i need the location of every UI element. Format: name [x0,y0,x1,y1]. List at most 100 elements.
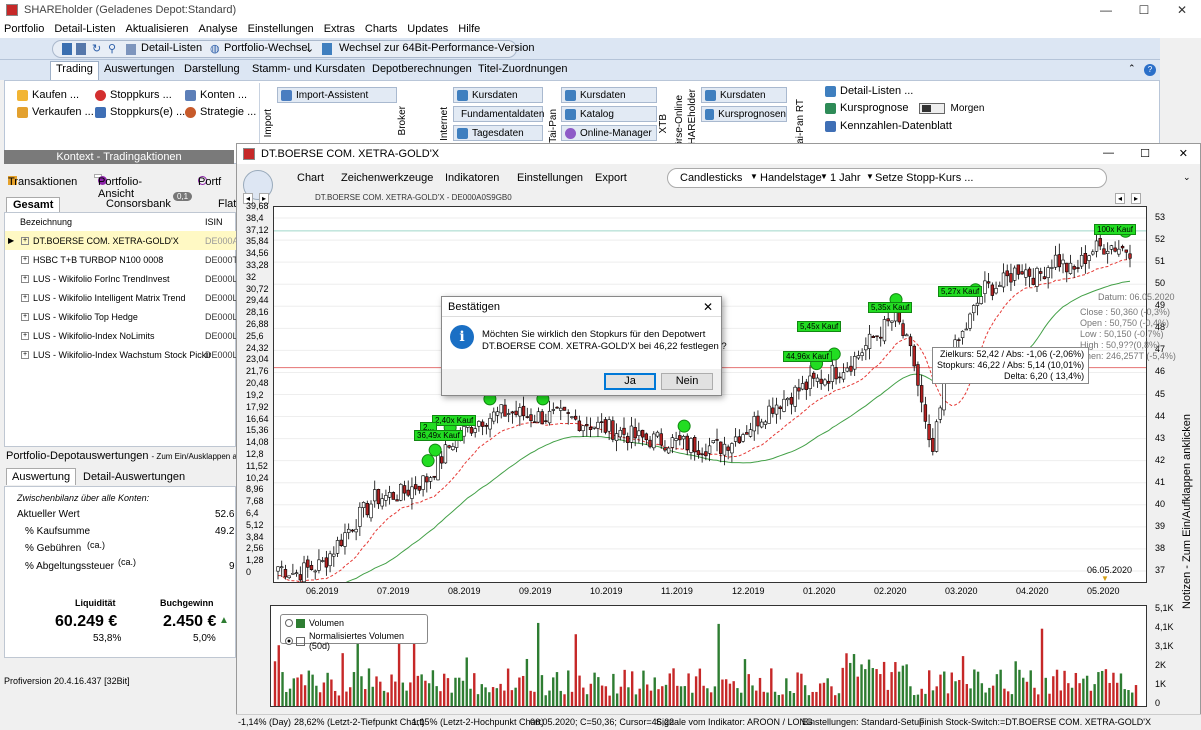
trade-tag[interactable]: 44,96x Kauf [783,351,832,362]
menu-indikatoren[interactable]: Indikatoren [445,172,499,184]
tab-depotberechnungen[interactable]: Depotberechnungen [372,63,472,75]
menu-einstellungen[interactable]: Einstellungen [248,23,314,35]
menu-einstellungen-chart[interactable]: Einstellungen [517,172,583,184]
volume-bar [623,669,626,706]
import-assistent-button[interactable]: Import-Assistent [277,87,397,103]
menu-analyse[interactable]: Analyse [198,23,237,35]
menu-detail-listen[interactable]: Detail-Listen [54,23,115,35]
no-button[interactable]: Nein [661,373,713,390]
volume-bar [450,692,453,706]
trade-tag[interactable]: 36,49x Kauf [414,430,463,441]
strategie-button[interactable]: Strategie ... [185,106,256,118]
menu-hilfe[interactable]: Hilfe [458,23,480,35]
volume-bar [687,673,690,706]
volume-bar [826,678,829,706]
maximize-button[interactable]: ☐ [1125,0,1163,20]
table-row[interactable]: + LUS - Wikifolio ForInc TrendInvest DE000… [5,269,238,288]
legend-normalized-volume[interactable]: Normalisiertes Volumen (50d) [285,631,427,651]
tab-darstellung[interactable]: Darstellung [184,63,240,75]
chevron-down-icon[interactable]: ⌄ [305,42,314,55]
close-button[interactable]: ✕ [1163,0,1201,20]
table-row[interactable]: ▶ + DT.BOERSE COM. XETRA-GOLD'X DE000A [5,231,239,250]
legend-volumen[interactable]: Volumen [285,618,344,628]
menu-updates[interactable]: Updates [407,23,448,35]
tab-detail-auswertungen[interactable]: Detail-Auswertungen [83,471,185,483]
kursdaten-shareholder-button[interactable]: Kursdaten [701,87,787,103]
chart-minimize-button[interactable]: — [1103,147,1114,159]
trade-tag[interactable]: 5,27x Kauf [938,286,983,297]
menu-zeichenwerkzeuge[interactable]: Zeichenwerkzeuge [341,172,433,184]
help-icon[interactable]: ? [1144,64,1156,76]
subtab-gesamt[interactable]: Gesamt [6,197,61,213]
tagesdaten-button[interactable]: Tagesdaten [453,125,543,141]
table-row[interactable]: + LUS - Wikifolio Top Hedge DE000L [5,307,238,326]
forecast-switch[interactable] [918,102,945,114]
dialog-close-icon[interactable]: ✕ [703,300,713,314]
katalog-button[interactable]: Katalog [561,106,657,122]
chart-maximize-button[interactable]: ☐ [1140,147,1150,160]
volume-bar [785,678,788,706]
tab-stammdaten[interactable]: Stamm- und Kursdaten [252,63,365,75]
yes-button[interactable]: Ja [604,373,656,390]
copy-icon[interactable] [76,43,86,55]
minimize-button[interactable]: — [1087,0,1125,20]
chevron-down-icon[interactable]: ⌄ [1183,172,1191,183]
fundamentaldaten-button[interactable]: Fundamentaldaten [453,106,544,122]
tab-auswertungen[interactable]: Auswertungen [104,63,174,75]
candlesticks-dropdown[interactable]: Candlesticks [680,172,742,184]
refresh-icon[interactable]: ↻ [92,42,101,55]
handelstage-dropdown[interactable]: Handelstage [760,172,822,184]
nav-left-icon[interactable]: ◂ [1115,193,1126,204]
online-manager-button[interactable]: Online-Manager [561,125,657,141]
kursdaten-taipan-button[interactable]: Kursdaten [561,87,657,103]
table-row[interactable]: + LUS - Wikifolio-Index NoLimits DE000L [5,326,238,345]
tab-trading[interactable]: Trading [50,61,99,80]
volume-bar [781,694,784,706]
trade-tag[interactable]: 2,40x Kauf [432,415,477,426]
table-row[interactable]: + HSBC T+B TURBOP N100 0008 DE000T [5,250,238,269]
quick-switch-64bit[interactable]: Wechsel zur 64Bit-Performance-Version [339,42,534,54]
menu-chart[interactable]: Chart [297,172,324,184]
kennzahlen-button[interactable]: Kennzahlen-Datenblatt [825,120,952,132]
kursprognose-toggle[interactable]: Kursprognose Morgen [825,102,984,114]
konten-button[interactable]: Konten ... [185,89,247,101]
tab-portfolio-ansicht[interactable]: Portfolio-Ansicht [94,174,142,200]
link-icon[interactable]: ⚲ [108,42,116,55]
candle [1109,245,1114,250]
nav-right-icon[interactable]: ▸ [1131,193,1142,204]
stoppkurs-button[interactable]: Stoppkurs ... [95,89,172,101]
depot-header[interactable]: Portfolio-Depotauswertungen - Zum Ein/Au… [6,450,257,462]
kursdaten-internet-button[interactable]: Kursdaten [453,87,543,103]
tab-auswertung[interactable]: Auswertung [6,468,77,485]
verkaufen-button[interactable]: Verkaufen ... [17,106,94,118]
detail-listen-button[interactable]: Detail-Listen ... [825,85,913,97]
volume-bar [379,681,382,706]
subtab-flat[interactable]: Flat [218,198,236,210]
col-isin[interactable]: ISIN [205,217,223,227]
tab-titel-zuordnungen[interactable]: Titel-Zuordnungen [478,63,567,75]
subtab-consorsbank[interactable]: Consorsbank [106,198,171,210]
menu-extras[interactable]: Extras [324,23,355,35]
menu-charts[interactable]: Charts [365,23,397,35]
collapse-ribbon-icon[interactable]: ⌃ [1128,63,1136,74]
notizen-toggle[interactable]: Notizen - Zum Ein/Aufklappen anklicken [1181,414,1193,609]
chart-close-button[interactable]: ✕ [1179,147,1188,160]
table-row[interactable]: + LUS - Wikifolio Intelligent Matrix Tren… [5,288,238,307]
save-icon[interactable] [62,43,72,55]
menu-portfolio[interactable]: Portfolio [4,23,44,35]
kursprognosen-button[interactable]: Kursprognosen [701,106,787,122]
menu-export[interactable]: Export [595,172,627,184]
kaufen-button[interactable]: Kaufen ... [17,89,79,101]
table-row[interactable]: + LUS - Wikifolio-Index Wachstum Stock Pi… [5,345,238,364]
trade-tag[interactable]: 100x Kauf [1094,224,1137,235]
trade-tag[interactable]: 5,45x Kauf [797,321,842,332]
period-dropdown[interactable]: 1 Jahr [830,172,861,184]
col-bezeichnung[interactable]: Bezeichnung [20,217,72,227]
volume-bar [1014,661,1017,706]
setze-stopp-button[interactable]: Setze Stopp-Kurs ... [875,172,973,184]
menu-aktualisieren[interactable]: Aktualisieren [126,23,189,35]
stoppkurse-button[interactable]: Stoppkurs(e) ... [95,106,185,118]
quick-portfolio-wechsel[interactable]: Portfolio-Wechsel [224,42,310,54]
quick-detail-listen[interactable]: Detail-Listen [141,42,202,54]
trade-tag[interactable]: 5,35x Kauf [868,302,913,313]
